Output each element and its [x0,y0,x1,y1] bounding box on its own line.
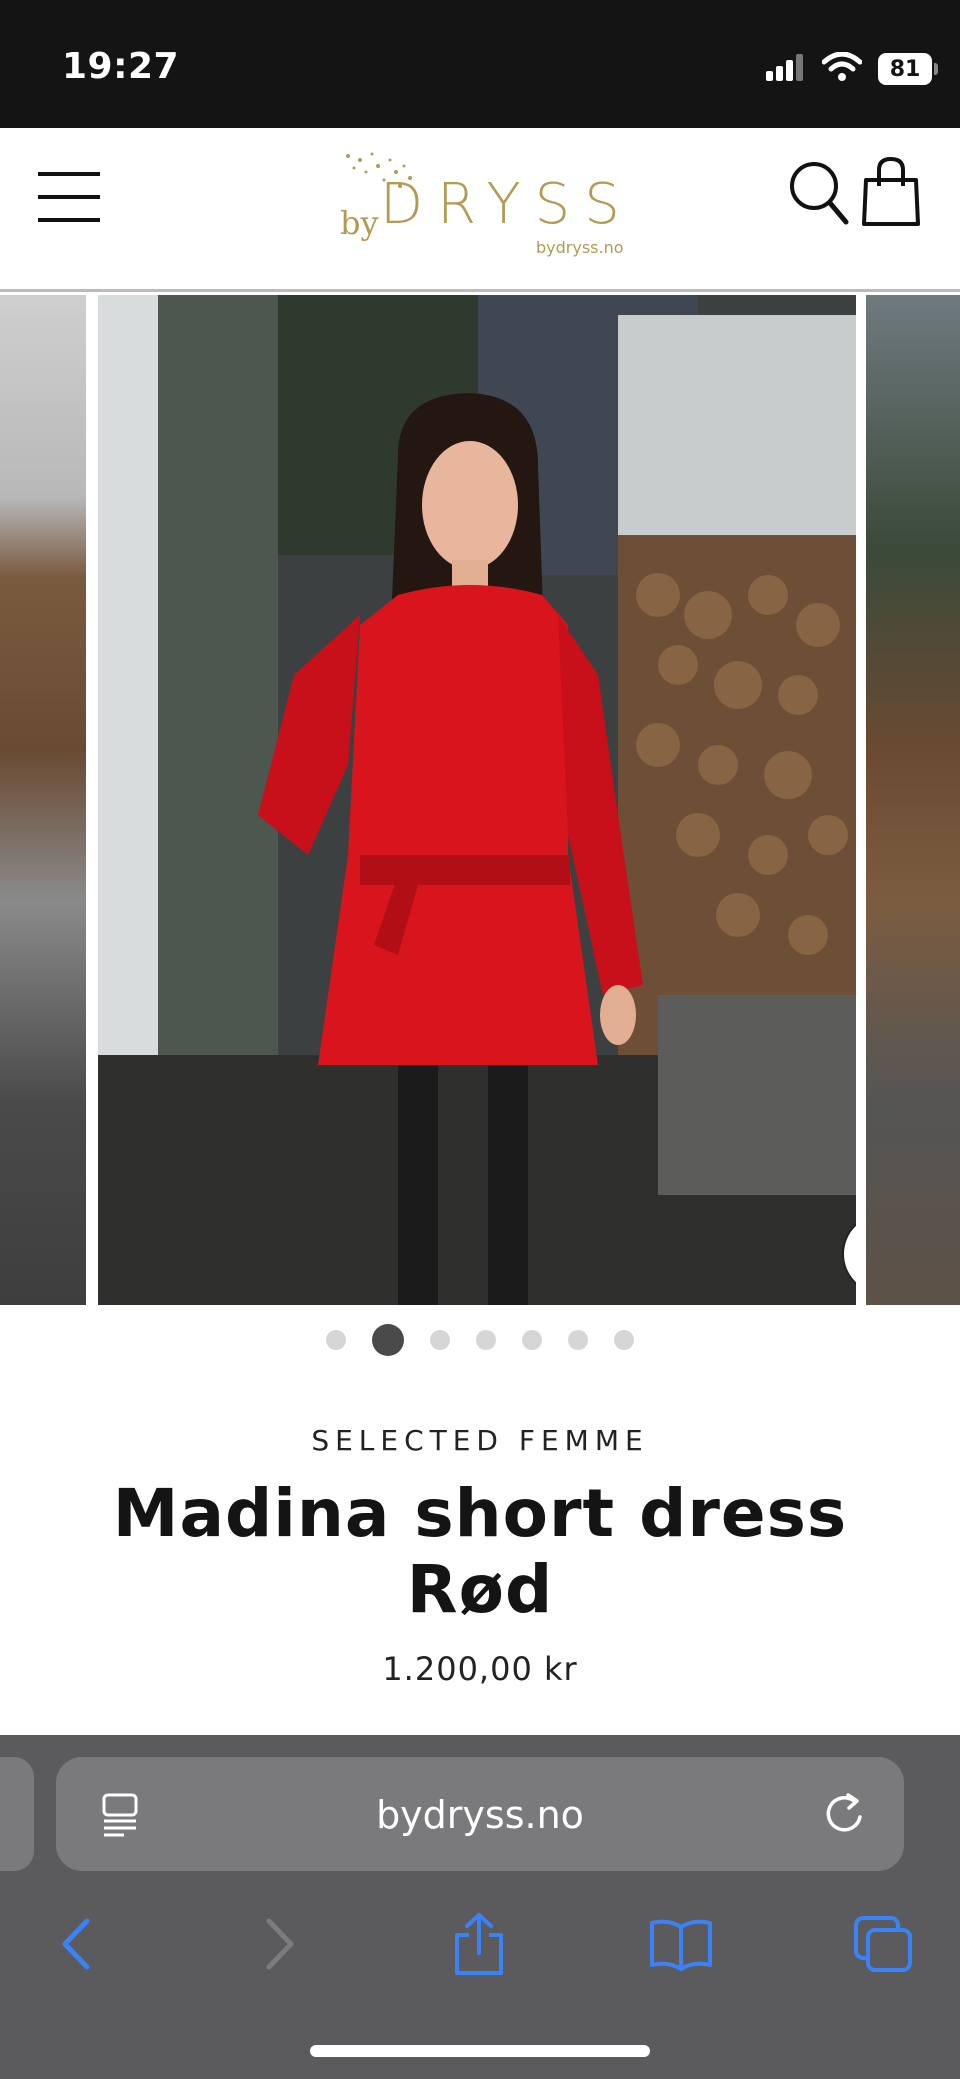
forward-button[interactable] [236,1899,326,1989]
reload-icon[interactable] [824,1791,868,1841]
logo-name: DRYSS [380,172,634,237]
gallery-pagination [0,1322,960,1358]
menu-icon [38,172,100,222]
product-photo [98,295,856,1305]
gallery-slide-current[interactable] [98,295,856,1305]
back-icon [62,1918,90,1970]
gallery-slide-previous[interactable] [0,295,86,1305]
gallery-dot[interactable] [614,1330,634,1350]
browser-toolbar [0,1899,960,1999]
gallery-dot[interactable] [326,1330,346,1350]
gallery-slide-next[interactable] [866,295,960,1305]
product-title: Madina short dress Rød [60,1476,900,1628]
forward-icon [266,1918,294,1970]
product-price: 1.200,00 kr [382,1650,578,1688]
previous-tab-preview[interactable] [0,1757,34,1871]
wifi-icon [821,51,863,86]
gallery-dot[interactable] [430,1330,450,1350]
browser-chrome: bydryss.no [0,1735,960,2079]
gallery-dot[interactable] [568,1330,588,1350]
gallery-dot-active[interactable] [372,1324,404,1356]
bookmarks-icon [650,1919,712,1971]
battery-level: 81 [889,56,921,82]
tabs-icon [854,1916,912,1972]
product-brand[interactable]: SELECTED FEMME [0,1424,960,1457]
site-logo[interactable]: by DRYSS bydryss.no [330,142,630,262]
menu-button[interactable] [36,170,102,224]
product-title-line1: Madina short dress [112,1475,848,1552]
status-time: 19:27 [62,46,180,87]
back-button[interactable] [30,1899,120,1989]
url-text[interactable]: bydryss.no [56,1793,904,1837]
share-icon [455,1913,503,1975]
tabs-button[interactable] [838,1899,928,1989]
home-indicator[interactable] [310,2045,650,2057]
site-header: by DRYSS bydryss.no [0,128,960,292]
cart-icon [862,156,920,226]
status-bar: 19:27 81 [0,0,960,128]
share-button[interactable] [434,1899,524,1989]
logo-domain: bydryss.no [536,238,624,257]
bookmarks-button[interactable] [636,1899,726,1989]
gallery-dot[interactable] [476,1330,496,1350]
product-title-line2: Rød [406,1551,554,1628]
search-icon [790,162,849,225]
signal-icon [766,53,806,85]
battery-icon: 81 [878,53,938,85]
logo-by: by [340,204,379,242]
status-indicators: 81 [766,51,938,86]
address-bar[interactable]: bydryss.no [56,1757,904,1871]
cart-button[interactable] [860,156,922,228]
search-button[interactable] [788,160,850,226]
gallery-dot[interactable] [522,1330,542,1350]
product-gallery[interactable] [0,295,960,1305]
